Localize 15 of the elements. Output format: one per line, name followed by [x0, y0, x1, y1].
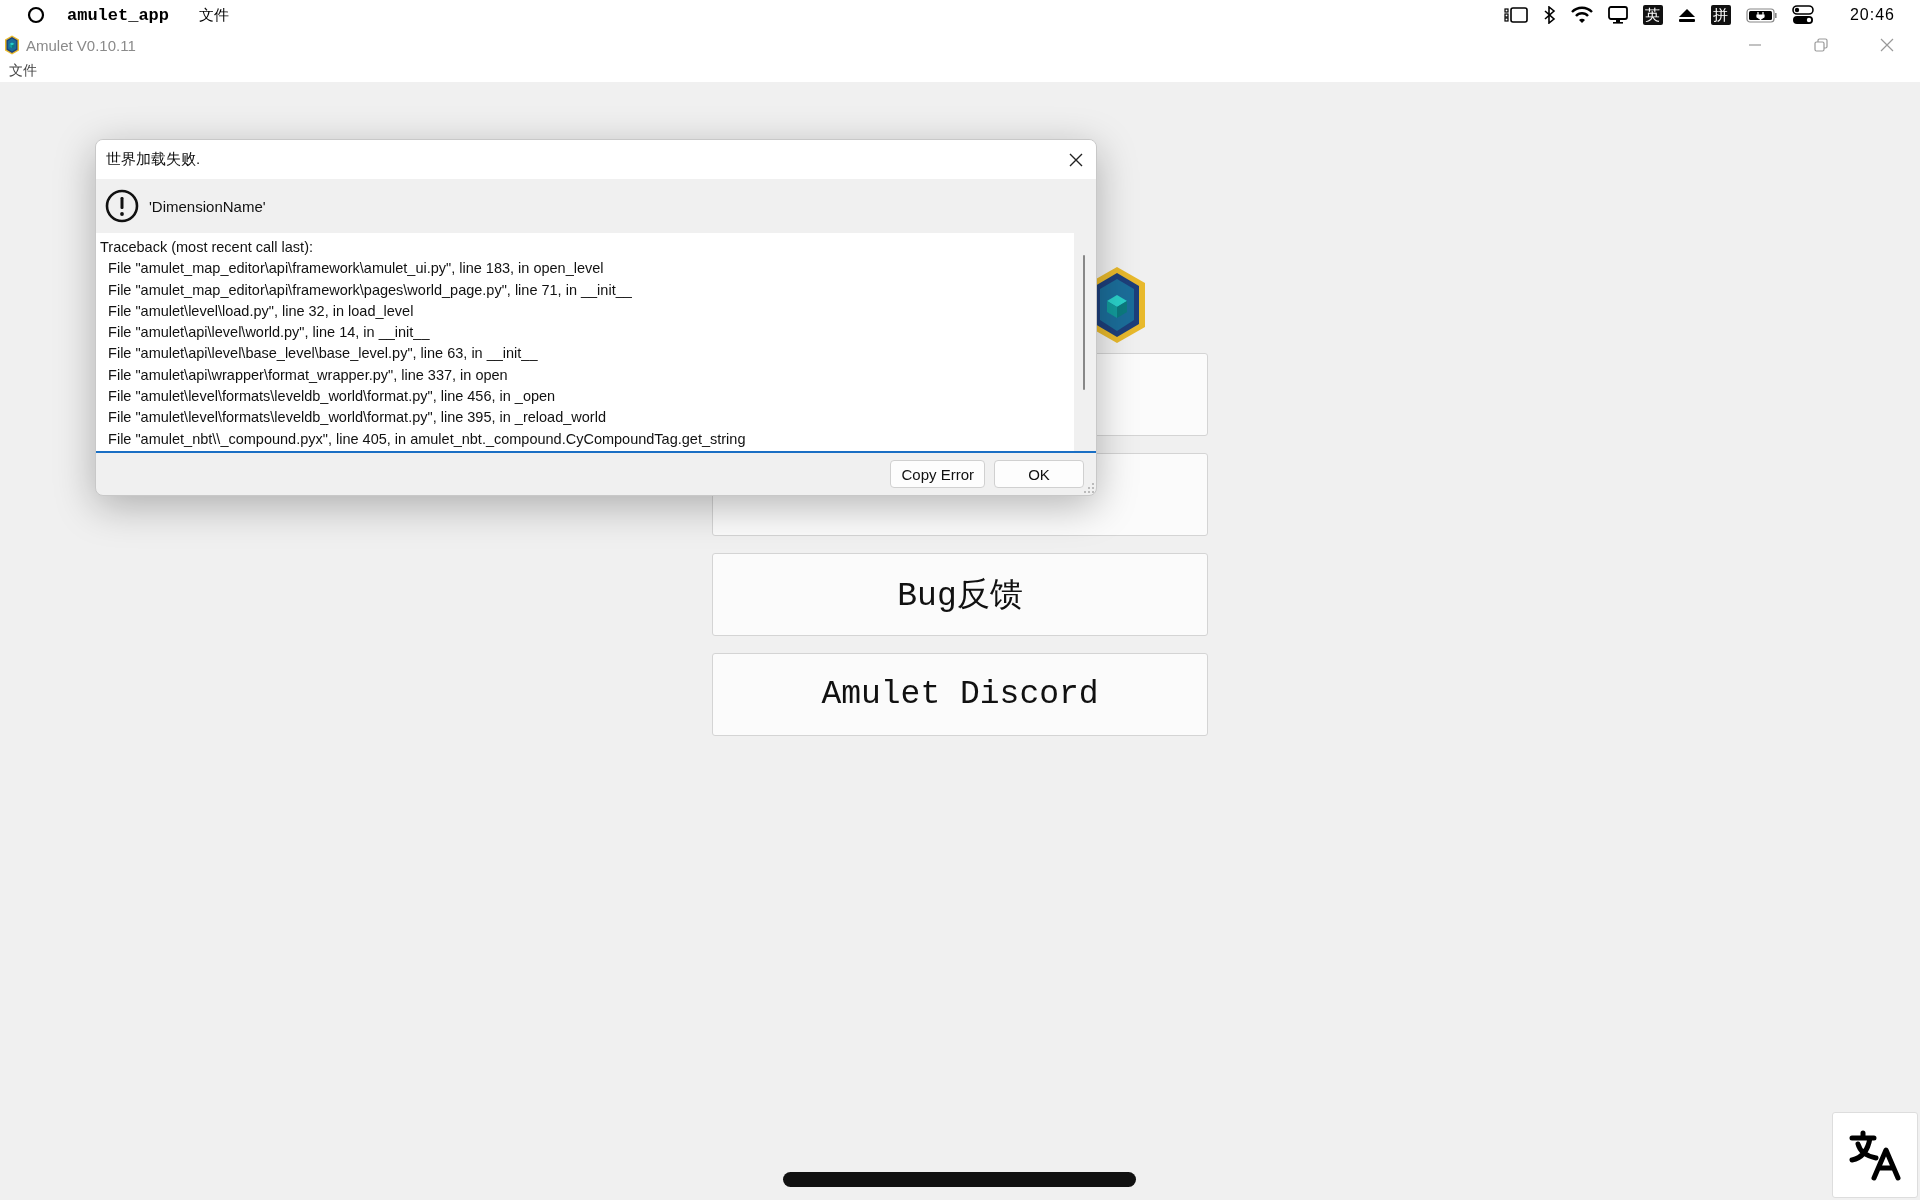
window-title: Amulet V0.10.11 — [26, 36, 136, 54]
app-name: amulet_app — [67, 5, 170, 25]
traceback-line: File "amulet_nbt\\_compound.pyx", line 405, in amulet_nbt._compound.CyCompoundTag.get_string — [107, 429, 747, 449]
traceback-line: File "amulet_map_editor\api\framework\pages\world_page.py", line 71, in __init__ — [107, 280, 633, 300]
traceback-line: File "amulet\level\load.py", line 32, in load_level — [107, 301, 415, 321]
traceback-line: File "amulet_map_editor\api\framework\amulet_ui.py", line 183, in open_level — [107, 259, 605, 279]
clock-time: 20:46 — [1849, 6, 1895, 24]
traceback-line: File "amulet\api\wrapper\format_wrapper.py", line 337, in open — [107, 365, 509, 385]
traceback-line: File "amulet\api\level\base_level\base_level.py", line 63, in __init__ — [107, 344, 539, 364]
traceback-line: File "amulet\level\formats\leveldb_world\format.py", line 456, in _open — [107, 387, 557, 407]
traceback-line: File "amulet\api\level\world.py", line 14, in __init__ — [107, 323, 431, 343]
error-message: 'DimensionName' — [149, 197, 266, 215]
traceback-line: File "amulet\level\formats\leveldb_world\format.py", line 395, in _reload_world — [107, 408, 607, 428]
traceback-line: Traceback (most recent call last): — [100, 238, 314, 257]
dialog-title: 世界加载失败. — [106, 150, 202, 169]
